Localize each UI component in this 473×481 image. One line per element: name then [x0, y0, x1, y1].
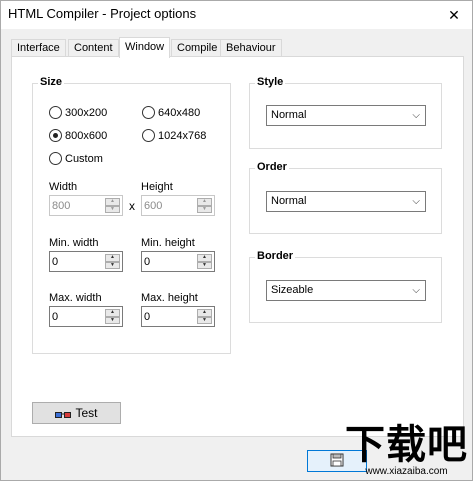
radio-custom[interactable]: Custom: [49, 152, 103, 165]
chevron-down-icon: ⌵: [412, 285, 420, 296]
min-width-stepper-arrows[interactable]: ▲ ▼: [105, 254, 120, 269]
border-select[interactable]: Sizeable ⌵: [266, 280, 426, 301]
project-options-window: HTML Compiler - Project options ✕ Interf…: [0, 0, 473, 481]
test-button-label: Test: [75, 406, 98, 420]
close-icon[interactable]: ✕: [442, 4, 466, 26]
border-group: Border Sizeable ⌵: [249, 250, 442, 323]
arrow-up-icon[interactable]: ▲: [105, 198, 120, 206]
style-select[interactable]: Normal ⌵: [266, 105, 426, 126]
max-width-input[interactable]: [52, 309, 102, 324]
test-button[interactable]: Test: [32, 402, 121, 424]
window-tab-panel: Size 300x200 640x480 800x600 1024x768 Cu…: [11, 56, 464, 437]
max-height-label: Max. height: [141, 292, 198, 304]
tab-interface[interactable]: Interface: [11, 39, 66, 57]
height-stepper-arrows[interactable]: ▲ ▼: [197, 198, 212, 213]
border-select-value: Sizeable: [271, 284, 314, 296]
radio-button[interactable]: [142, 129, 155, 142]
radio-label: 640x480: [158, 106, 201, 119]
width-input[interactable]: [52, 198, 102, 213]
radio-800x600[interactable]: 800x600: [49, 129, 107, 142]
order-select[interactable]: Normal ⌵: [266, 191, 426, 212]
width-label: Width: [49, 181, 78, 193]
style-select-value: Normal: [271, 109, 307, 121]
arrow-up-icon[interactable]: ▲: [105, 309, 120, 317]
tab-compile[interactable]: Compile: [171, 39, 224, 57]
max-height-stepper-arrows[interactable]: ▲ ▼: [197, 309, 212, 324]
max-width-stepper-arrows[interactable]: ▲ ▼: [105, 309, 120, 324]
radio-label: Custom: [65, 152, 103, 165]
min-height-stepper-arrows[interactable]: ▲ ▼: [197, 254, 212, 269]
max-width-stepper[interactable]: ▲ ▼: [49, 306, 123, 327]
tab-behaviour[interactable]: Behaviour: [220, 39, 282, 57]
chevron-down-icon: ⌵: [412, 110, 420, 121]
width-stepper-arrows[interactable]: ▲ ▼: [105, 198, 120, 213]
window-title: HTML Compiler - Project options: [8, 6, 197, 21]
height-stepper[interactable]: ▲ ▼: [141, 195, 215, 216]
radio-640x480[interactable]: 640x480: [142, 106, 200, 119]
order-group-title: Order: [255, 161, 289, 173]
min-width-stepper[interactable]: ▲ ▼: [49, 251, 123, 272]
arrow-down-icon[interactable]: ▼: [197, 261, 212, 269]
size-group-title: Size: [38, 76, 65, 88]
radio-300x200[interactable]: 300x200: [49, 106, 107, 119]
arrow-down-icon[interactable]: ▼: [105, 261, 120, 269]
min-width-label: Min. width: [49, 237, 99, 249]
radio-1024x768[interactable]: 1024x768: [142, 129, 206, 142]
radio-label: 1024x768: [158, 129, 207, 142]
chevron-down-icon: ⌵: [412, 196, 420, 207]
radio-button[interactable]: [49, 152, 62, 165]
watermark-logo: 下载吧 www.xiazaiba.com: [345, 424, 468, 477]
max-width-label: Max. width: [49, 292, 102, 304]
radio-button[interactable]: [49, 106, 62, 119]
min-height-label: Min. height: [141, 237, 195, 249]
radio-label: 800x600: [65, 129, 108, 142]
radio-label: 300x200: [65, 106, 108, 119]
max-height-stepper[interactable]: ▲ ▼: [141, 306, 215, 327]
tab-window[interactable]: Window: [119, 37, 171, 58]
min-height-stepper[interactable]: ▲ ▼: [141, 251, 215, 272]
floppy-disk-icon: [330, 453, 344, 470]
width-stepper[interactable]: ▲ ▼: [49, 195, 123, 216]
watermark-text: 下载吧: [345, 422, 468, 468]
border-group-title: Border: [255, 250, 296, 262]
height-label: Height: [141, 181, 173, 193]
glasses-icon: [55, 409, 72, 418]
height-input[interactable]: [144, 198, 194, 213]
size-group: Size 300x200 640x480 800x600 1024x768 Cu…: [32, 76, 231, 354]
arrow-up-icon[interactable]: ▲: [197, 309, 212, 317]
arrow-down-icon[interactable]: ▼: [197, 316, 212, 324]
arrow-up-icon[interactable]: ▲: [197, 254, 212, 262]
order-group: Order Normal ⌵: [249, 161, 442, 234]
order-select-value: Normal: [271, 195, 307, 207]
title-bar[interactable]: HTML Compiler - Project options ✕: [1, 1, 472, 29]
arrow-down-icon[interactable]: ▼: [197, 205, 212, 213]
radio-button[interactable]: [142, 106, 155, 119]
arrow-down-icon[interactable]: ▼: [105, 316, 120, 324]
size-separator: x: [129, 199, 135, 213]
tab-content[interactable]: Content: [68, 39, 119, 57]
max-height-input[interactable]: [144, 309, 194, 324]
style-group: Style Normal ⌵: [249, 76, 442, 149]
min-height-input[interactable]: [144, 254, 194, 269]
min-width-input[interactable]: [52, 254, 102, 269]
arrow-up-icon[interactable]: ▲: [197, 198, 212, 206]
style-group-title: Style: [255, 76, 286, 88]
arrow-up-icon[interactable]: ▲: [105, 254, 120, 262]
arrow-down-icon[interactable]: ▼: [105, 205, 120, 213]
radio-button-selected[interactable]: [49, 129, 62, 142]
